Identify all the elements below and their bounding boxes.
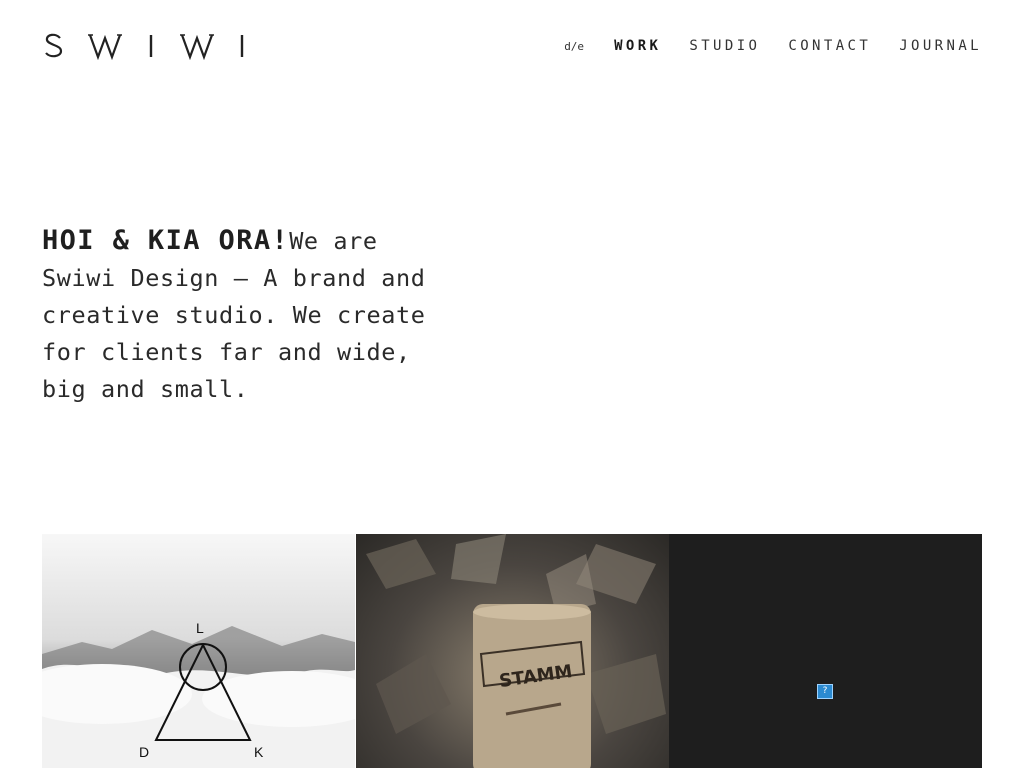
nav-item-journal[interactable]: JOURNAL	[899, 38, 982, 54]
project-tile-mountain[interactable]: L D K	[42, 534, 355, 768]
nav-item-contact[interactable]: CONTACT	[788, 38, 871, 54]
hero-greeting: HOI & KIA ORA!	[42, 225, 290, 256]
main-nav: d/e WORK STUDIO CONTACT JOURNAL	[564, 38, 982, 54]
swiwi-logo	[45, 33, 244, 60]
logo-letter-d: D	[139, 744, 150, 760]
nav-item-studio[interactable]: STUDIO	[689, 38, 760, 54]
language-switch[interactable]: d/e	[564, 40, 584, 53]
nav-item-work[interactable]: WORK	[614, 38, 661, 54]
mountain-logo-image	[42, 626, 355, 768]
hero-intro: HOI & KIA ORA!We are Swiwi Design – A br…	[42, 222, 452, 408]
broken-image-icon: ?	[817, 684, 833, 699]
cork-image	[365, 534, 666, 768]
project-grid: L D K STAMM ?	[42, 534, 982, 768]
site-logo[interactable]	[42, 30, 247, 60]
project-tile-dark[interactable]: ?	[669, 534, 982, 768]
project-tile-cork[interactable]: STAMM	[355, 534, 669, 768]
logo-letter-k: K	[254, 744, 264, 760]
logo-letter-l: L	[196, 620, 204, 636]
